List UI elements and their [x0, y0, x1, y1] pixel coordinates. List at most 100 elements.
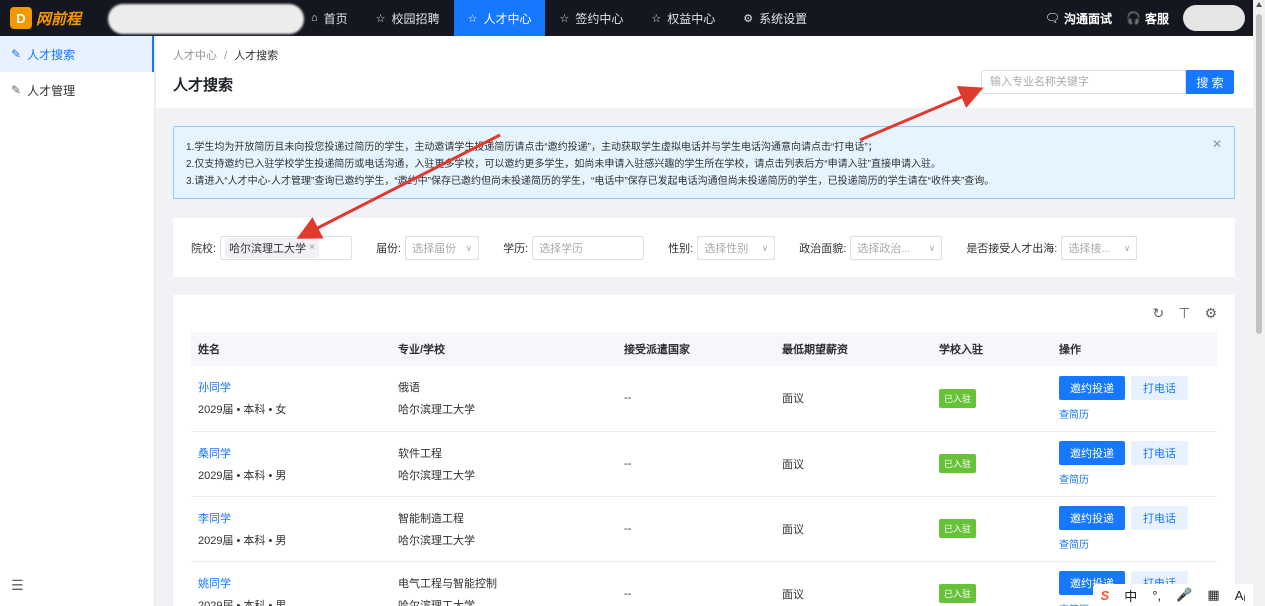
- star-icon: ☆: [375, 12, 386, 25]
- close-icon[interactable]: ✕: [1212, 137, 1222, 151]
- top-right-actions: 🗨 沟通面试 🎧 客服: [1045, 0, 1247, 36]
- breadcrumb-current: 人才搜索: [234, 50, 279, 62]
- page-title: 人才搜索: [173, 77, 234, 94]
- ime-lang[interactable]: 中: [1124, 586, 1137, 605]
- gear-icon: ⚙: [743, 12, 754, 25]
- column-height-icon[interactable]: ⊤: [1178, 305, 1190, 322]
- support-link[interactable]: 🎧 客服: [1126, 10, 1169, 27]
- keyboard-icon[interactable]: ▦: [1207, 587, 1219, 603]
- student-major: 智能制造工程: [398, 512, 464, 525]
- chevron-down-icon: ∨: [928, 242, 936, 253]
- year-filter-label: 届份:: [376, 242, 402, 255]
- microphone-icon[interactable]: 🎤: [1176, 587, 1192, 603]
- student-name-link[interactable]: 桑同学: [198, 445, 391, 461]
- student-info: 2029届 • 本科 • 女: [198, 404, 287, 417]
- collapse-menu-icon[interactable]: ☰: [11, 577, 24, 594]
- call-button[interactable]: 打电话: [1131, 506, 1188, 530]
- cell-name: 孙同学 2029届 • 本科 • 女: [191, 366, 391, 432]
- remove-tag-icon[interactable]: ×: [309, 242, 315, 253]
- view-resume-link[interactable]: 查简历: [1059, 471, 1217, 486]
- gender-placeholder: 选择性别: [704, 242, 749, 255]
- nav-item-5[interactable]: ⚙ 系统设置: [729, 0, 821, 36]
- student-name-link[interactable]: 李同学: [198, 510, 391, 526]
- main-nav: ⌂ 首页 ☆ 校园招聘 ☆ 人才中心 ☆ 签约中心 ☆ 权益中心 ⚙ 系统设置: [297, 0, 821, 36]
- cell-actions: 邀约投递打电话查简历: [1052, 496, 1217, 562]
- search-button[interactable]: 搜 索: [1186, 70, 1234, 94]
- politics-filter-label: 政治面貌:: [799, 242, 847, 255]
- nav-item-2[interactable]: ☆ 人才中心: [453, 0, 546, 36]
- app-logo[interactable]: D 网前程: [10, 7, 110, 29]
- nav-item-4[interactable]: ☆ 权益中心: [637, 0, 729, 36]
- student-name-link[interactable]: 孙同学: [198, 379, 391, 395]
- results-card: ↻ ⊤ ⚙ 姓名 专业/学校 接受派遣国家 最低期望薪资 学校入驻 操作 孙同学…: [173, 295, 1235, 606]
- cell-country: --: [617, 496, 775, 562]
- ime-toolbar: S 中 °, 🎤 ▦ Aᵢ: [1093, 584, 1253, 606]
- school-filter-label: 院校:: [191, 242, 217, 255]
- year-placeholder: 选择届份: [412, 242, 457, 255]
- sidebar-item-label: 人才搜索: [27, 47, 76, 62]
- student-school: 哈尔滨理工大学: [398, 404, 475, 417]
- nav-item-label: 校园招聘: [391, 11, 440, 26]
- refresh-icon[interactable]: ↻: [1153, 305, 1165, 322]
- view-resume-link[interactable]: 查简历: [1059, 406, 1217, 421]
- politics-filter-select[interactable]: 选择政治... ∨: [850, 235, 943, 260]
- school-filter-select[interactable]: 哈尔滨理工大学 ×: [220, 235, 353, 260]
- cell-school-status: 已入驻: [932, 561, 1052, 606]
- logo-mark: D: [10, 7, 32, 29]
- nav-item-0[interactable]: ⌂ 首页: [297, 0, 362, 36]
- overseas-filter-select[interactable]: 选择接... ∨: [1061, 235, 1138, 260]
- invite-button[interactable]: 邀约投递: [1059, 375, 1125, 400]
- table-row: 李同学 2029届 • 本科 • 男智能制造工程 哈尔滨理工大学 -- 面议 已入驻 邀约投…: [191, 496, 1217, 562]
- cell-name: 桑同学 2029届 • 本科 • 男: [191, 431, 391, 497]
- filter-bar: 院校: 哈尔滨理工大学 × 届份: 选择届份 ∨ 学历: 选择学历 性别: 选择…: [173, 218, 1235, 277]
- top-navbar: D 网前程 ⌂ 首页 ☆ 校园招聘 ☆ 人才中心 ☆ 签约中心 ☆ 权益中心 ⚙ 系统设置 🗨 沟通面…: [0, 0, 1253, 36]
- cell-major: 俄语 哈尔滨理工大学: [391, 366, 617, 432]
- view-resume-link[interactable]: 查简历: [1059, 536, 1217, 551]
- scroll-up-arrow[interactable]: [1256, 2, 1262, 7]
- chevron-down-icon: ∨: [465, 242, 473, 253]
- table-toolbar: ↻ ⊤ ⚙: [1139, 305, 1218, 322]
- student-info: 2029届 • 本科 • 男: [198, 469, 287, 482]
- nav-item-3[interactable]: ☆ 签约中心: [545, 0, 637, 36]
- talent-table: 姓名 专业/学校 接受派遣国家 最低期望薪资 学校入驻 操作 孙同学 2029届 …: [191, 332, 1217, 606]
- nav-item-label: 权益中心: [667, 11, 716, 26]
- call-button[interactable]: 打电话: [1131, 375, 1188, 400]
- politics-placeholder: 选择政治...: [857, 242, 911, 255]
- edu-filter-select[interactable]: 选择学历: [532, 235, 645, 260]
- sidebar-item-talent-search[interactable]: ✎ 人才搜索: [0, 36, 154, 72]
- user-avatar[interactable]: [1183, 5, 1245, 31]
- interview-label: 沟通面试: [1064, 11, 1113, 26]
- major-search-input[interactable]: [981, 70, 1186, 94]
- student-major: 电气工程与智能控制: [398, 577, 497, 590]
- logo-text: 网前程: [36, 10, 82, 28]
- ime-punct[interactable]: °,: [1152, 588, 1161, 603]
- cell-name: 李同学 2029届 • 本科 • 男: [191, 496, 391, 562]
- redacted-org-name: [108, 4, 304, 34]
- ai-icon[interactable]: Aᵢ: [1235, 588, 1246, 603]
- invite-button[interactable]: 邀约投递: [1059, 506, 1125, 530]
- sidebar-item-talent-manage[interactable]: ✎ 人才管理: [0, 72, 154, 108]
- nav-item-1[interactable]: ☆ 校园招聘: [362, 0, 454, 36]
- year-filter-select[interactable]: 选择届份 ∨: [405, 235, 480, 260]
- headset-icon: 🎧: [1126, 11, 1141, 25]
- cell-major: 软件工程 哈尔滨理工大学: [391, 431, 617, 497]
- cell-name: 姚同学 2029届 • 本科 • 男: [191, 561, 391, 606]
- chevron-down-icon: ∨: [1123, 242, 1131, 253]
- scroll-thumb[interactable]: [1256, 14, 1262, 334]
- edu-placeholder: 选择学历: [539, 242, 584, 255]
- breadcrumb-parent[interactable]: 人才中心: [173, 50, 217, 62]
- gender-filter-select[interactable]: 选择性别 ∨: [697, 235, 776, 260]
- invite-button[interactable]: 邀约投递: [1059, 441, 1125, 465]
- student-school: 哈尔滨理工大学: [398, 599, 475, 606]
- status-badge: 已入驻: [939, 519, 977, 538]
- settings-icon[interactable]: ⚙: [1204, 305, 1217, 322]
- page-scrollbar[interactable]: [1253, 0, 1265, 606]
- cell-school-status: 已入驻: [932, 366, 1052, 432]
- student-name-link[interactable]: 姚同学: [198, 575, 391, 591]
- nav-item-label: 首页: [323, 11, 348, 26]
- notice-line-3: 3.请进入“人才中心-人才管理”查询已邀约学生，“邀约中”保存已邀约但尚未投递简…: [186, 176, 995, 187]
- student-school: 哈尔滨理工大学: [398, 469, 475, 482]
- col-country: 接受派遣国家: [617, 332, 775, 366]
- call-button[interactable]: 打电话: [1131, 441, 1188, 465]
- interview-link[interactable]: 🗨 沟通面试: [1045, 10, 1112, 27]
